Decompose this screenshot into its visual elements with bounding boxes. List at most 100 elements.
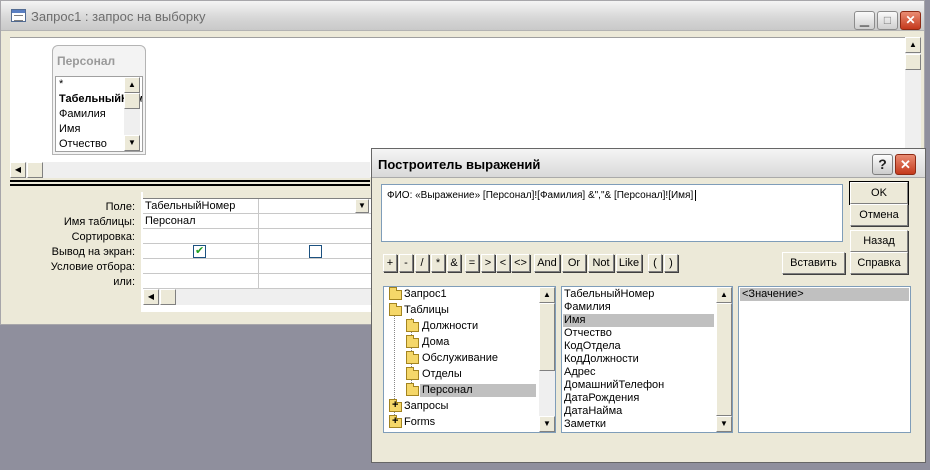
table-box-scrollbar[interactable]: ▲ ▼ <box>124 77 140 151</box>
scroll-thumb[interactable] <box>124 93 140 109</box>
grid-sort-cell[interactable] <box>259 229 375 244</box>
plus-folder-icon[interactable] <box>389 399 402 412</box>
field-list-item[interactable]: Адрес <box>564 366 596 379</box>
operator-greater-button[interactable]: > <box>481 254 495 272</box>
scroll-up-icon[interactable]: ▲ <box>716 287 732 303</box>
field-list-item-selected[interactable]: Имя <box>563 314 714 327</box>
help-button[interactable]: Справка <box>850 252 908 274</box>
operator-close-paren-button[interactable]: ) <box>664 254 678 272</box>
table-box-personnel[interactable]: Персонал * ТабельныйНомер Фамилия Имя От… <box>52 45 146 155</box>
grid-sort-cell[interactable] <box>143 229 259 244</box>
grid-table-cell[interactable] <box>259 214 375 229</box>
query-window-titlebar[interactable]: Запрос1 : запрос на выборку ▁ □ ✕ <box>1 1 924 31</box>
row-label-or: или: <box>113 276 135 288</box>
scroll-up-icon[interactable]: ▲ <box>539 287 555 303</box>
scroll-thumb[interactable] <box>27 162 43 178</box>
plus-folder-icon[interactable] <box>389 415 402 428</box>
operator-not-button[interactable]: Not <box>588 254 614 272</box>
show-checkbox[interactable] <box>193 244 206 258</box>
folder-icon <box>406 335 419 348</box>
grid-field-cell[interactable]: ▼ <box>259 199 375 214</box>
expression-box[interactable]: ФИО: «Выражение» [Персонал]![Фамилия] &"… <box>381 184 843 242</box>
grid-or-cell[interactable] <box>259 274 375 289</box>
tree-item-tables[interactable]: Таблицы <box>404 304 449 317</box>
minimize-button[interactable]: ▁ <box>854 11 875 30</box>
operator-concat-button[interactable]: & <box>447 254 461 272</box>
cancel-button[interactable]: Отмена <box>850 204 908 226</box>
scroll-thumb[interactable] <box>160 289 176 305</box>
field-list-item[interactable]: ТабельныйНомер <box>564 288 654 301</box>
grid-column-selectors[interactable] <box>143 192 375 199</box>
query-window-title: Запрос1 : запрос на выборку <box>31 9 206 24</box>
tree-item-personnel[interactable]: Персонал <box>420 384 536 397</box>
tree-item-forms[interactable]: Forms <box>404 416 435 429</box>
operator-or-button[interactable]: Or <box>562 254 586 272</box>
operator-divide-button[interactable]: / <box>415 254 429 272</box>
field-list-item[interactable]: Фамилия <box>564 301 611 314</box>
pane-splitter[interactable] <box>10 180 370 186</box>
scroll-left-icon[interactable]: ◀ <box>10 162 26 178</box>
scroll-down-icon[interactable]: ▼ <box>716 416 732 432</box>
operator-less-button[interactable]: < <box>496 254 510 272</box>
operator-like-button[interactable]: Like <box>616 254 642 272</box>
dialog-titlebar[interactable]: Построитель выражений ? ✕ <box>372 149 925 178</box>
close-button[interactable]: ✕ <box>900 11 921 30</box>
operator-open-paren-button[interactable]: ( <box>648 254 662 272</box>
grid-table-cell[interactable]: Персонал <box>143 214 259 229</box>
text-cursor <box>695 190 697 201</box>
expression-text: ФИО: «Выражение» [Персонал]![Фамилия] &"… <box>387 190 694 201</box>
value-list-item[interactable]: <Значение> <box>740 288 909 301</box>
folder-icon <box>406 367 419 380</box>
ok-button[interactable]: OK <box>849 181 909 205</box>
scroll-down-icon[interactable]: ▼ <box>124 135 140 151</box>
tree-item-houses[interactable]: Дома <box>422 336 449 349</box>
tree-item-queries[interactable]: Запросы <box>404 400 448 413</box>
chevron-down-icon[interactable]: ▼ <box>355 199 369 213</box>
field-list-item[interactable]: Отчество <box>564 327 612 340</box>
grid-horizontal-scrollbar[interactable]: ◀ <box>143 289 375 305</box>
scroll-thumb[interactable] <box>539 303 555 371</box>
grid-criteria-cell[interactable] <box>259 259 375 274</box>
tree-item-positions[interactable]: Должности <box>422 320 478 333</box>
scroll-up-icon[interactable]: ▲ <box>905 37 921 53</box>
scroll-thumb[interactable] <box>716 303 732 416</box>
tree-item-departments[interactable]: Отделы <box>422 368 462 381</box>
scroll-down-icon[interactable]: ▼ <box>539 416 555 432</box>
grid-row-labels: Поле: Имя таблицы: Сортировка: Вывод на … <box>10 192 141 312</box>
grid-field-cell[interactable]: ТабельныйНомер <box>143 199 259 214</box>
field-list-item[interactable]: Заметки <box>564 418 606 431</box>
scroll-thumb[interactable] <box>905 54 921 70</box>
operator-equals-button[interactable]: = <box>465 254 479 272</box>
show-checkbox[interactable] <box>309 245 322 258</box>
field-list-item[interactable]: КодДолжности <box>564 353 639 366</box>
scroll-up-icon[interactable]: ▲ <box>124 77 140 93</box>
object-tree-pane[interactable]: Запрос1 Таблицы Должности Дома Обслужива… <box>383 286 556 433</box>
tree-item-query1[interactable]: Запрос1 <box>404 288 447 301</box>
values-list-pane[interactable]: <Значение> <box>738 286 911 433</box>
operator-notequal-button[interactable]: <> <box>511 254 530 272</box>
tree-scrollbar[interactable]: ▲ ▼ <box>539 287 555 432</box>
operator-minus-button[interactable]: - <box>399 254 413 272</box>
fields-list-pane[interactable]: ТабельныйНомер Фамилия Имя Отчество КодО… <box>561 286 733 433</box>
grid-or-cell[interactable] <box>143 274 259 289</box>
fields-scrollbar[interactable]: ▲ ▼ <box>716 287 732 432</box>
field-list-item[interactable]: КодОтдела <box>564 340 621 353</box>
query-app-icon <box>11 9 26 22</box>
insert-button[interactable]: Вставить <box>782 252 845 274</box>
operator-multiply-button[interactable]: * <box>431 254 445 272</box>
grid-criteria-cell[interactable] <box>143 259 259 274</box>
design-pane-horizontal-scrollbar[interactable]: ◀ <box>10 162 370 178</box>
back-button[interactable]: Назад <box>850 230 908 252</box>
operator-and-button[interactable]: And <box>534 254 560 272</box>
help-icon[interactable]: ? <box>872 154 893 175</box>
open-folder-icon <box>389 303 402 316</box>
field-list-item[interactable]: ДатаНайма <box>564 405 622 418</box>
close-icon[interactable]: ✕ <box>895 154 916 175</box>
operator-plus-button[interactable]: + <box>383 254 397 272</box>
field-list-item[interactable]: ДатаРождения <box>564 392 639 405</box>
row-label-show: Вывод на экран: <box>51 246 135 258</box>
field-list-item[interactable]: ДомашнийТелефон <box>564 379 664 392</box>
scroll-left-icon[interactable]: ◀ <box>143 289 159 305</box>
tree-item-service[interactable]: Обслуживание <box>422 352 498 365</box>
maximize-button[interactable]: □ <box>877 11 898 30</box>
